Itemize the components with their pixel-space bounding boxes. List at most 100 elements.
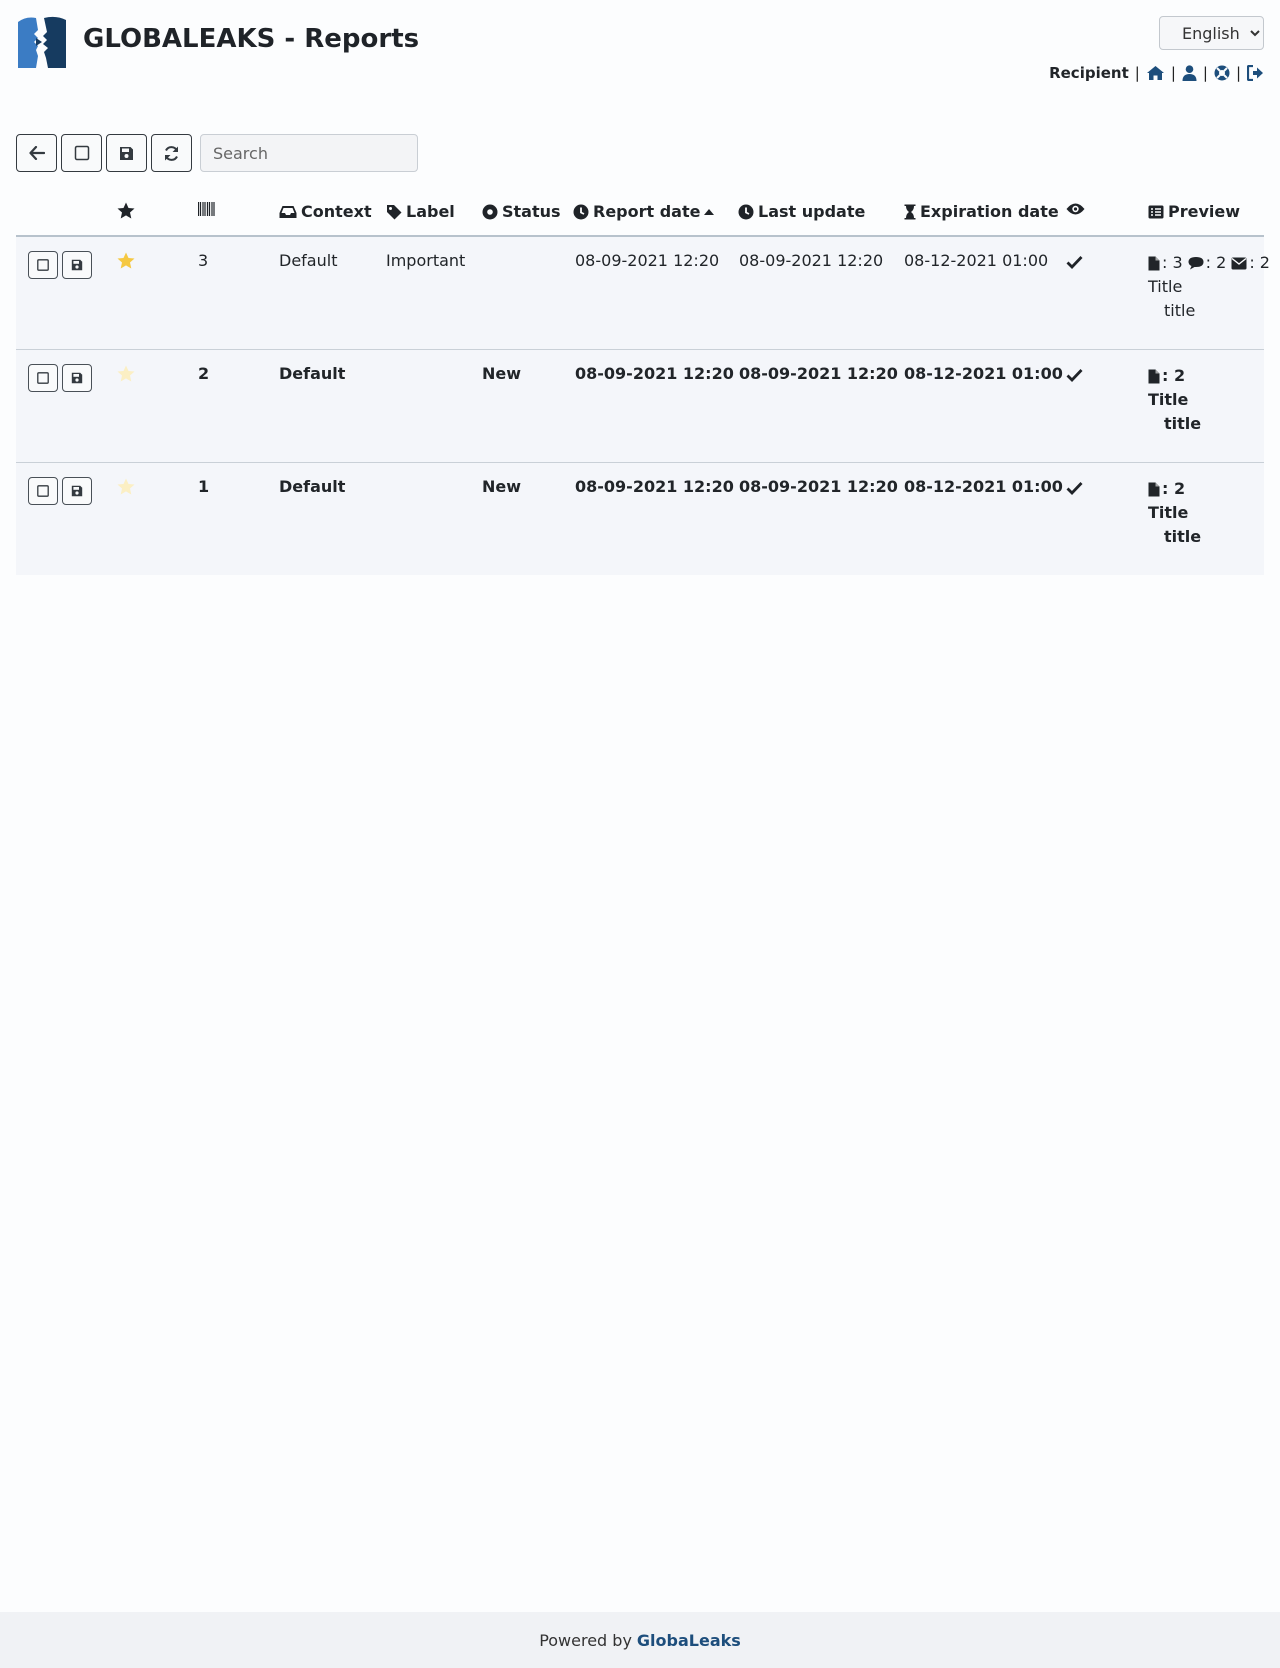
files-count: : 2 — [1162, 479, 1186, 498]
check-icon — [1066, 481, 1083, 495]
page-title: GLOBALEAKS - Reports — [83, 24, 420, 54]
row-select-checkbox[interactable] — [28, 364, 58, 392]
row-select-checkbox[interactable] — [28, 477, 58, 505]
preview-field-label: Title — [1148, 503, 1189, 522]
checkbox-icon — [37, 485, 49, 497]
table-header: Context Label Status Report date Last up… — [16, 192, 1264, 237]
check-icon — [1066, 255, 1083, 269]
save-icon — [71, 372, 83, 384]
row-export-button[interactable] — [62, 477, 92, 505]
nav-separator: | — [1134, 64, 1140, 82]
table-row[interactable]: 2 Default New 08-09-2021 12:20 08-09-202… — [16, 350, 1264, 463]
column-last-update[interactable]: Last update — [738, 202, 865, 221]
row-important-toggle[interactable] — [117, 250, 135, 269]
row-read-status — [1066, 477, 1083, 496]
column-id[interactable] — [198, 202, 215, 216]
row-preview: : 2 Title title — [1148, 477, 1201, 549]
files-count: : 2 — [1162, 366, 1186, 385]
table-row[interactable]: 3 Default Important 08-09-2021 12:20 08-… — [16, 237, 1270, 350]
barcode-icon — [198, 202, 215, 216]
row-expiration-date: 08-12-2021 01:00 — [904, 251, 1049, 270]
column-report-date-label: Report date — [593, 202, 701, 221]
row-report-date: 08-09-2021 12:20 — [575, 251, 720, 270]
row-last-update: 08-09-2021 12:20 — [739, 251, 884, 270]
file-icon — [1148, 256, 1160, 271]
export-button[interactable] — [106, 134, 147, 172]
row-id: 1 — [198, 477, 210, 496]
row-last-update: 08-09-2021 12:20 — [739, 364, 898, 383]
save-icon — [71, 485, 83, 497]
nav-separator: | — [1202, 64, 1208, 82]
user-icon[interactable] — [1182, 65, 1197, 81]
files-count: : 3 — [1162, 253, 1183, 272]
hourglass-icon — [904, 204, 916, 220]
row-select-checkbox[interactable] — [28, 251, 58, 279]
list-icon — [1148, 205, 1164, 219]
logout-icon[interactable] — [1247, 65, 1264, 81]
column-label-label: Label — [406, 202, 455, 221]
comments-count: : 2 — [1205, 253, 1227, 272]
column-preview[interactable]: Preview — [1148, 202, 1240, 221]
column-important[interactable] — [117, 202, 135, 219]
star-icon — [117, 365, 135, 382]
column-expiration-date[interactable]: Expiration date — [904, 202, 1059, 221]
checkbox-icon — [37, 372, 49, 384]
table-row[interactable]: 1 Default New 08-09-2021 12:20 08-09-202… — [16, 463, 1264, 575]
language-select[interactable]: English — [1159, 16, 1264, 50]
column-expiration-date-label: Expiration date — [920, 202, 1059, 221]
preview-field-value: title — [1164, 527, 1202, 546]
eye-icon — [1066, 202, 1085, 216]
row-important-toggle[interactable] — [117, 476, 135, 495]
tag-icon — [386, 204, 402, 220]
home-icon[interactable] — [1146, 65, 1165, 81]
inbox-icon — [279, 205, 297, 219]
row-context: Default — [279, 251, 338, 270]
select-all-button[interactable] — [61, 134, 102, 172]
row-report-date: 08-09-2021 12:20 — [575, 364, 734, 383]
row-important-toggle[interactable] — [117, 363, 135, 382]
row-last-update: 08-09-2021 12:20 — [739, 477, 898, 496]
globaleaks-logo[interactable] — [16, 16, 68, 68]
preview-counts: : 2 — [1148, 477, 1201, 501]
row-id: 3 — [198, 251, 209, 270]
refresh-button[interactable] — [151, 134, 192, 172]
row-preview: : 2 Title title — [1148, 364, 1201, 436]
status-icon — [482, 204, 498, 220]
preview-field-value: title — [1164, 301, 1196, 320]
search-input[interactable] — [200, 134, 418, 172]
back-icon — [28, 146, 45, 160]
row-context: Default — [279, 364, 346, 383]
preview-field-label: Title — [1148, 390, 1189, 409]
star-icon — [117, 252, 135, 269]
column-last-update-label: Last update — [758, 202, 866, 221]
column-status-label: Status — [502, 202, 561, 221]
row-preview: : 3 : 2 : 2 Title title — [1148, 251, 1270, 323]
column-status[interactable]: Status — [482, 202, 561, 221]
file-icon — [1148, 482, 1160, 497]
column-report-date[interactable]: Report date — [573, 202, 715, 221]
nav-separator: | — [1170, 64, 1176, 82]
row-export-button[interactable] — [62, 364, 92, 392]
file-icon — [1148, 369, 1160, 384]
footer-brand-link[interactable]: GlobaLeaks — [637, 1631, 741, 1650]
row-id: 2 — [198, 364, 210, 383]
support-icon[interactable] — [1214, 65, 1230, 81]
column-label[interactable]: Label — [386, 202, 455, 221]
checkbox-icon — [37, 259, 49, 271]
preview-field-value: title — [1164, 414, 1202, 433]
header: GLOBALEAKS - Reports English Recipient |… — [16, 16, 1264, 106]
column-read[interactable] — [1066, 202, 1085, 216]
toolbar — [16, 134, 418, 172]
comment-icon — [1188, 256, 1204, 270]
clock-icon — [738, 204, 754, 220]
reports-table: Context Label Status Report date Last up… — [16, 192, 1270, 575]
save-icon — [71, 259, 83, 271]
row-export-button[interactable] — [62, 251, 92, 279]
save-icon — [119, 146, 134, 161]
user-nav: Recipient | | | | — [1049, 64, 1264, 82]
preview-counts: : 3 : 2 : 2 — [1148, 251, 1270, 275]
column-context[interactable]: Context — [279, 202, 372, 221]
check-icon — [1066, 368, 1083, 382]
back-button[interactable] — [16, 134, 57, 172]
messages-count: : 2 — [1249, 253, 1270, 272]
